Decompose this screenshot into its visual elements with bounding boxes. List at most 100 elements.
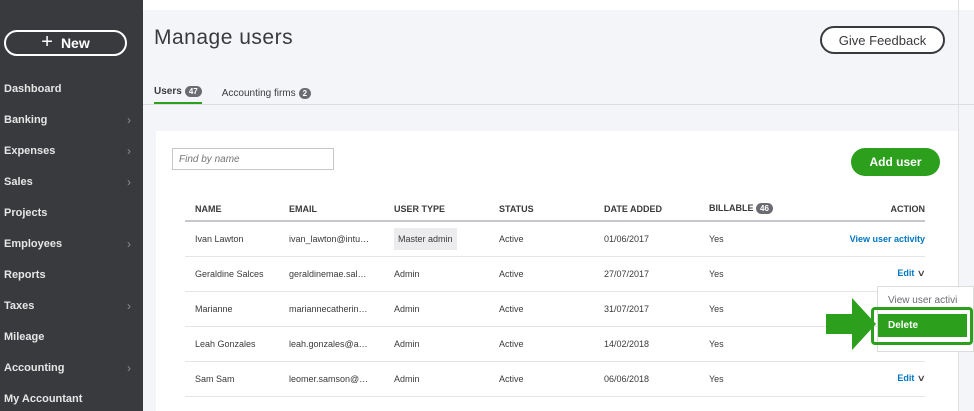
sidebar-item-banking[interactable]: Banking › bbox=[0, 110, 143, 130]
new-button[interactable]: + New bbox=[4, 30, 127, 56]
header-billable[interactable]: BILLABLE 46 bbox=[709, 197, 784, 222]
cell-billable: Yes bbox=[709, 221, 784, 257]
cell-billable-text: Yes bbox=[709, 338, 724, 349]
cell-name: Marianne bbox=[185, 291, 289, 327]
sidebar-item-label: Sales bbox=[4, 176, 33, 188]
sidebar-item-label: Employees bbox=[4, 238, 63, 250]
header-billable-label: BILLABLE bbox=[709, 203, 754, 213]
cell-billable-text: Yes bbox=[709, 303, 724, 314]
cell-email-text: leah.gonzales@a… bbox=[289, 338, 368, 349]
chevron-down-icon[interactable]: ∨ bbox=[917, 373, 925, 384]
tab-accounting-firms[interactable]: Accounting firms 2 bbox=[222, 86, 312, 105]
chevron-right-icon: › bbox=[127, 299, 131, 313]
sidebar-item-label: Taxes bbox=[4, 300, 35, 312]
header-action: ACTION bbox=[784, 197, 925, 222]
cell-date-added-text: 27/07/2017 bbox=[604, 268, 650, 279]
chevron-right-icon: › bbox=[127, 237, 131, 251]
cell-email: geraldinemae.sal… bbox=[289, 256, 394, 292]
cell-status-text: Active bbox=[499, 303, 524, 314]
plus-icon: + bbox=[41, 31, 53, 53]
sidebar-item-label: Expenses bbox=[4, 145, 56, 157]
cell-status: Active bbox=[499, 326, 604, 362]
sidebar-item-employees[interactable]: Employees › bbox=[0, 234, 143, 254]
sidebar-item-label: Reports bbox=[4, 269, 46, 281]
header-name[interactable]: NAME bbox=[185, 197, 289, 222]
cell-status: Active bbox=[499, 256, 604, 292]
cell-user-type-text: Master admin bbox=[394, 227, 457, 250]
cell-email: ivan_lawton@intu… bbox=[289, 221, 394, 257]
header-user-type[interactable]: USER TYPE bbox=[394, 197, 499, 222]
cell-name: Ivan Lawton bbox=[185, 221, 289, 257]
give-feedback-button[interactable]: Give Feedback bbox=[820, 26, 945, 54]
sidebar-item-label: Accounting bbox=[4, 362, 65, 374]
dropdown-delete[interactable]: Delete bbox=[878, 314, 967, 337]
cell-email-text: ivan_lawton@intu… bbox=[289, 233, 370, 244]
sidebar-item-taxes[interactable]: Taxes › bbox=[0, 296, 143, 316]
cell-name: Leah Gonzales bbox=[185, 326, 289, 362]
top-bar bbox=[143, 0, 974, 10]
cell-billable: Yes bbox=[709, 256, 784, 292]
cell-status-text: Active bbox=[499, 373, 524, 384]
cell-action: Edit∨ bbox=[784, 361, 925, 397]
cell-status: Active bbox=[499, 221, 604, 257]
cell-billable-text: Yes bbox=[709, 233, 724, 244]
tab-users-label: Users bbox=[154, 86, 182, 97]
chevron-right-icon: › bbox=[127, 175, 131, 189]
cell-name-text: Leah Gonzales bbox=[195, 338, 256, 349]
add-user-button[interactable]: Add user bbox=[851, 148, 940, 176]
edit-link[interactable]: Edit bbox=[897, 268, 914, 278]
sidebar-item-dashboard[interactable]: Dashboard bbox=[0, 79, 143, 99]
cell-billable: Yes bbox=[709, 326, 784, 362]
tab-users[interactable]: Users 47 bbox=[154, 86, 202, 105]
cell-user-type: Admin bbox=[394, 291, 499, 327]
cell-email-text: mariannecatherin… bbox=[289, 303, 368, 314]
tab-divider bbox=[143, 104, 974, 105]
sidebar-item-reports[interactable]: Reports bbox=[0, 265, 143, 285]
sidebar-item-projects[interactable]: Projects bbox=[0, 203, 143, 223]
sidebar-item-label: Projects bbox=[4, 207, 48, 219]
users-card: Add user NAME EMAIL USER TYPE STATUS DAT… bbox=[156, 131, 959, 411]
header-email[interactable]: EMAIL bbox=[289, 197, 394, 222]
dropdown-view-user-activity[interactable]: View user activi bbox=[888, 295, 957, 306]
sidebar-item-accounting[interactable]: Accounting › bbox=[0, 358, 143, 378]
sidebar-item-label: Mileage bbox=[4, 331, 45, 343]
cell-status: Active bbox=[499, 361, 604, 397]
cell-email-text: leomer.samson@… bbox=[289, 373, 369, 384]
billable-count-badge: 46 bbox=[756, 203, 773, 214]
view-user-activity-link[interactable]: View user activity bbox=[850, 234, 925, 244]
header-status[interactable]: STATUS bbox=[499, 197, 604, 222]
chevron-right-icon: › bbox=[127, 361, 131, 375]
cell-user-type: Master admin bbox=[394, 221, 499, 257]
cell-email: mariannecatherin… bbox=[289, 291, 394, 327]
cell-user-type: Admin bbox=[394, 361, 499, 397]
sidebar-item-mileage[interactable]: Mileage bbox=[0, 327, 143, 347]
tabs: Users 47 Accounting firms 2 bbox=[154, 86, 312, 105]
search-input[interactable] bbox=[172, 148, 334, 170]
cell-status-text: Active bbox=[499, 233, 524, 244]
sidebar-item-label: Dashboard bbox=[4, 83, 62, 95]
table-row: Marianne mariannecatherin… Admin Active 31/0… bbox=[185, 291, 925, 327]
chevron-down-icon[interactable]: ∨ bbox=[917, 268, 925, 279]
cell-email: leomer.samson@… bbox=[289, 361, 394, 397]
cell-name-text: Geraldine Salces bbox=[195, 268, 264, 279]
sidebar-item-sales[interactable]: Sales › bbox=[0, 172, 143, 192]
sidebar-item-my-accountant[interactable]: My Accountant bbox=[0, 389, 143, 409]
page-title: Manage users bbox=[154, 26, 294, 49]
cell-date-added-text: 06/06/2018 bbox=[604, 373, 650, 384]
accounting-firms-count-badge: 2 bbox=[298, 87, 312, 99]
sidebar: + New Dashboard Banking › Expenses › Sales › Pr… bbox=[0, 0, 143, 411]
table-row: Ivan Lawton ivan_lawton@intu… Master admin… bbox=[185, 221, 925, 257]
header-date-added[interactable]: DATE ADDED bbox=[604, 197, 709, 222]
sidebar-item-expenses[interactable]: Expenses › bbox=[0, 141, 143, 161]
cell-date-added: 06/06/2018 bbox=[604, 361, 709, 397]
cell-user-type-text: Admin bbox=[394, 303, 420, 314]
cell-date-added-text: 01/06/2017 bbox=[604, 233, 650, 244]
table-row: Geraldine Salces geraldinemae.sal… Admin Ac… bbox=[185, 256, 925, 292]
cell-user-type-text: Admin bbox=[394, 338, 420, 349]
sidebar-item-label: Banking bbox=[4, 114, 48, 126]
cell-date-added: 14/02/2018 bbox=[604, 326, 709, 362]
cell-status: Active bbox=[499, 291, 604, 327]
cell-name: Sam Sam bbox=[185, 361, 289, 397]
cell-user-type-text: Admin bbox=[394, 268, 420, 279]
edit-link[interactable]: Edit bbox=[897, 373, 914, 383]
